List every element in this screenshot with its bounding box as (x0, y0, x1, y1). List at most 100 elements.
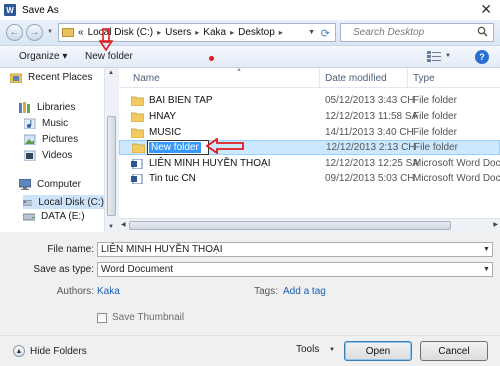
close-icon[interactable]: ✕ (480, 2, 492, 16)
folder-icon (131, 128, 144, 138)
crumb-desktop[interactable]: Desktop (238, 27, 275, 38)
scroll-up-icon[interactable]: ▲ (108, 70, 114, 76)
folder-icon (132, 143, 145, 153)
nav-data-label: DATA (E:) (41, 211, 85, 222)
folder-icon (62, 28, 74, 37)
back-button[interactable]: ← (6, 24, 23, 41)
window-title: Save As (22, 4, 59, 16)
drive-icon (23, 213, 35, 221)
file-row[interactable]: HNAY 12/12/2013 11:58 SA File folder (119, 110, 500, 125)
crumb-users[interactable]: Users (165, 27, 191, 38)
file-row[interactable]: LIÊN MINH HUYỀN THOẠI 12/12/2013 12:25 S… (119, 157, 500, 172)
file-date: 12/12/2013 12:25 SA (325, 158, 419, 169)
file-date: 12/12/2013 11:58 SA (325, 111, 419, 122)
new-folder-button[interactable]: New folder (85, 51, 133, 62)
nav-videos-label: Videos (42, 150, 73, 161)
file-name: Tin tuc CN (149, 173, 196, 184)
change-view-icon[interactable] (427, 51, 441, 62)
refresh-icon[interactable]: ⟳ (321, 27, 330, 40)
sort-indicator-icon: ▲ (236, 67, 242, 73)
chevron-down-icon[interactable]: ▼ (308, 29, 315, 36)
file-date: 12/12/2013 2:13 CH (326, 142, 416, 153)
word-doc-icon (131, 174, 143, 184)
open-button[interactable]: Open (344, 341, 412, 361)
command-bar: Organize ▾ New folder ▼ ? (0, 46, 500, 68)
view-dropdown-icon[interactable]: ▼ (445, 53, 451, 59)
hide-folders-button[interactable]: Hide Folders (30, 346, 87, 357)
save-thumbnail-label[interactable]: Save Thumbnail (112, 312, 184, 323)
scroll-right-icon[interactable]: ▶ (493, 221, 498, 228)
file-name: HNAY (149, 111, 177, 122)
column-name[interactable]: Name (133, 73, 160, 84)
nav-computer[interactable]: Computer (19, 179, 81, 190)
scrollbar-thumb[interactable] (107, 116, 116, 216)
file-row[interactable]: BAI BIEN TAP 05/12/2013 3:43 CH File fol… (119, 94, 500, 109)
navigation-pane: Recent Places Libraries Music Pictures V… (0, 68, 118, 232)
search-box[interactable] (340, 23, 494, 42)
chevron-right-icon[interactable]: ▸ (157, 28, 161, 37)
column-date-modified[interactable]: Date modified (325, 73, 387, 84)
column-type[interactable]: Type (413, 73, 435, 84)
chevron-right-icon[interactable]: ▸ (195, 28, 199, 37)
rename-text[interactable]: New folder (149, 142, 201, 153)
save-thumbnail-checkbox[interactable] (97, 313, 107, 323)
column-divider[interactable] (407, 68, 408, 88)
nav-pictures[interactable]: Pictures (24, 134, 78, 145)
crumb-local-disk[interactable]: Local Disk (C:) (88, 27, 154, 38)
horizontal-scrollbar[interactable]: ◀ ▶ (119, 218, 500, 232)
nav-data-e[interactable]: DATA (E:) (23, 211, 85, 222)
annotation-dot (209, 56, 214, 61)
nav-videos[interactable]: Videos (24, 150, 72, 161)
tools-button[interactable]: Tools (296, 344, 319, 355)
file-name: BAI BIEN TAP (149, 95, 213, 106)
nav-local-disk-c[interactable]: Local Disk (C:) (23, 195, 104, 209)
scroll-left-icon[interactable]: ◀ (121, 221, 126, 228)
rename-input[interactable]: New folder (147, 140, 209, 155)
file-date: 09/12/2013 5:03 CH (325, 173, 415, 184)
nav-recent-places[interactable]: Recent Places (10, 72, 92, 83)
crumb-kaka[interactable]: Kaka (203, 27, 226, 38)
chevron-down-icon[interactable]: ▼ (483, 266, 490, 273)
chevron-right-icon[interactable]: ▸ (230, 28, 234, 37)
chevron-down-icon[interactable]: ▼ (483, 246, 490, 253)
folder-icon (131, 112, 144, 122)
file-name-field[interactable]: LIÊN MINH HUYỀN THOẠI (97, 242, 493, 257)
libraries-icon (19, 102, 30, 113)
authors-value[interactable]: Kaka (97, 286, 120, 297)
nav-scrollbar[interactable]: ▲ ▼ (104, 68, 118, 232)
file-type: File folder (413, 95, 457, 106)
recent-places-icon (10, 73, 22, 83)
cancel-button[interactable]: Cancel (420, 341, 488, 361)
nav-libraries-label: Libraries (37, 102, 76, 113)
file-type: File folder (414, 142, 458, 153)
nav-libraries[interactable]: Libraries (19, 102, 75, 113)
chevron-up-icon[interactable]: ▲ (13, 345, 25, 357)
chevron-down-icon[interactable]: ▼ (329, 347, 335, 353)
save-as-type-label: Save as type: (33, 264, 94, 275)
recent-locations-dropdown-icon[interactable]: ▼ (47, 29, 53, 35)
scroll-down-icon[interactable]: ▼ (108, 224, 114, 230)
file-row[interactable]: MUSIC 14/11/2013 3:40 CH File folder (119, 126, 500, 141)
file-date: 14/11/2013 3:40 CH (325, 127, 414, 138)
forward-button[interactable]: → (26, 24, 43, 41)
add-tag-link[interactable]: Add a tag (283, 286, 326, 297)
annotation-arrow-left-icon (206, 138, 244, 154)
annotation-arrow-down-icon (99, 28, 113, 52)
file-type: Microsoft Word Doc (413, 173, 500, 184)
search-icon[interactable] (477, 26, 488, 37)
nav-pictures-label: Pictures (42, 134, 79, 145)
chevron-right-icon[interactable]: ▸ (279, 28, 283, 37)
organize-button[interactable]: Organize ▾ (19, 51, 67, 62)
file-row[interactable]: Tin tuc CN 09/12/2013 5:03 CH Microsoft … (119, 172, 500, 187)
computer-icon (19, 179, 31, 190)
help-icon[interactable]: ? (475, 50, 489, 64)
save-as-type-select[interactable]: Word Document (97, 262, 493, 277)
scrollbar-thumb[interactable] (129, 221, 451, 230)
nav-music[interactable]: Music (24, 118, 68, 129)
column-divider[interactable] (319, 68, 320, 88)
overflow-chevron[interactable]: « (78, 27, 84, 38)
file-row-selected[interactable]: New folder 12/12/2013 2:13 CH File folde… (119, 140, 500, 155)
file-type: Microsoft Word Doc (413, 158, 500, 169)
search-input[interactable] (341, 24, 471, 41)
authors-label: Authors: (56, 286, 94, 297)
